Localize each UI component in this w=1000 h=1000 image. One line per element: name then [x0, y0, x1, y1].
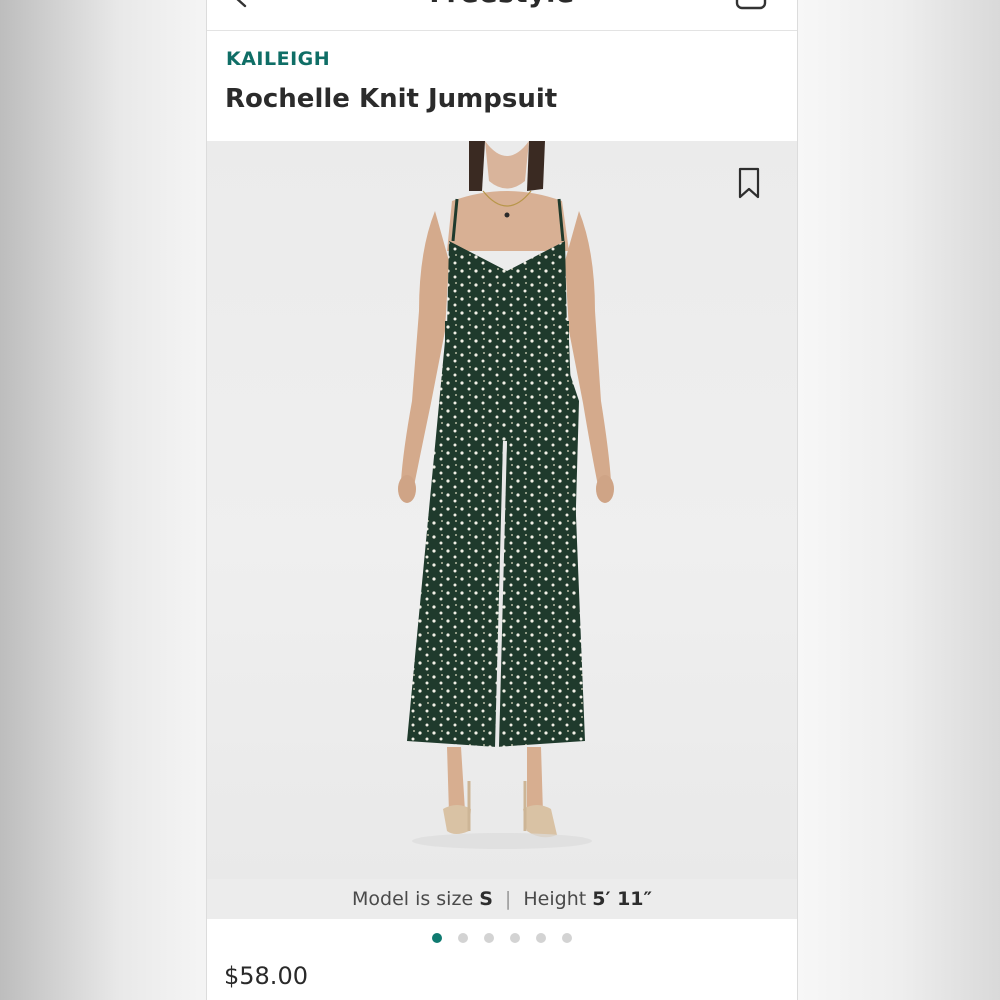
product-screen: Freestyle KAILEIGH Rochelle Knit Jumpsui…	[206, 0, 798, 1000]
product-price: $58.00	[224, 962, 308, 990]
height-label: Height	[523, 888, 587, 910]
model-info-caption: Model is size S | Height 5′ 11″	[207, 879, 797, 919]
app-title: Freestyle	[207, 0, 797, 9]
top-nav-bar: Freestyle	[207, 0, 797, 31]
product-title: Rochelle Knit Jumpsuit	[225, 84, 558, 114]
gallery-pagination	[207, 933, 797, 943]
bookmark-icon[interactable]	[738, 167, 760, 199]
gallery-dot-2[interactable]	[458, 933, 468, 943]
model-photo	[398, 141, 614, 849]
model-size-value: S	[479, 888, 493, 910]
gallery-dot-6[interactable]	[562, 933, 572, 943]
gallery-dot-4[interactable]	[510, 933, 520, 943]
model-size-label: Model is size	[351, 888, 474, 910]
height-value: 5′ 11″	[592, 888, 653, 910]
caption-divider: |	[504, 888, 512, 910]
gallery-dot-3[interactable]	[484, 933, 494, 943]
brand-name[interactable]: KAILEIGH	[226, 48, 330, 70]
cart-icon[interactable]	[734, 0, 768, 12]
product-image[interactable]	[207, 141, 797, 879]
gallery-dot-5[interactable]	[536, 933, 546, 943]
gallery-dot-1[interactable]	[432, 933, 442, 943]
